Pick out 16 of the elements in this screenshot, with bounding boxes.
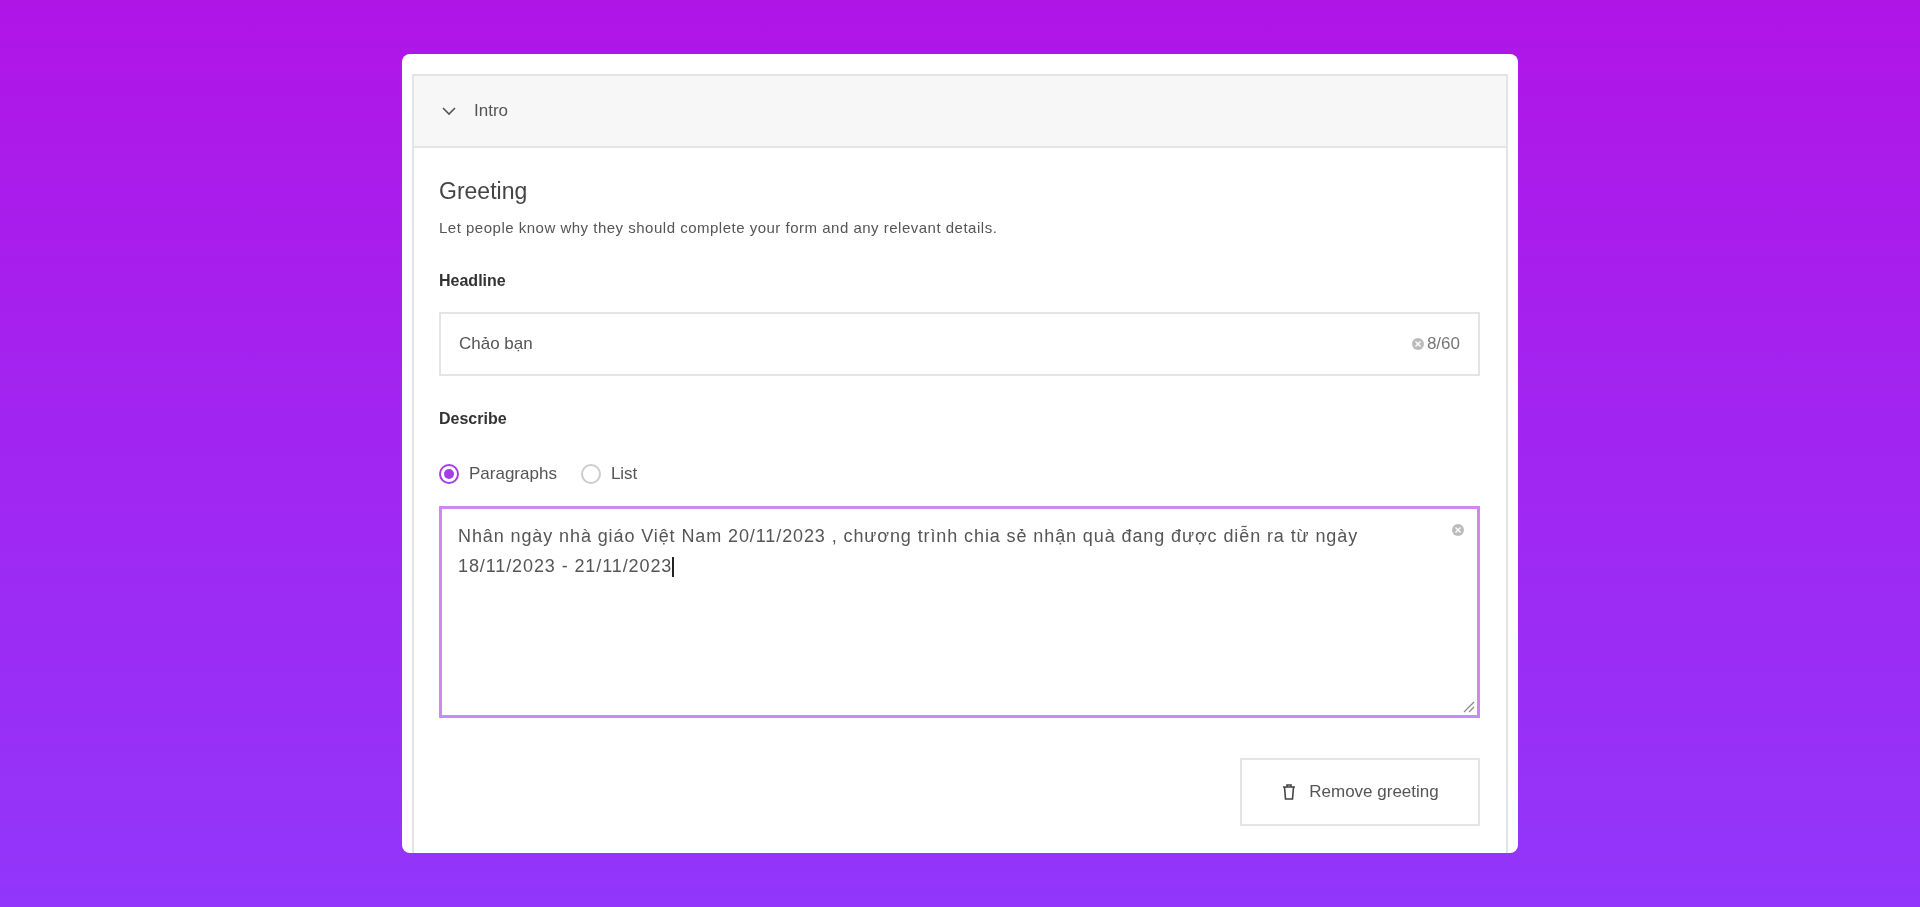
radio-option[interactable]: Paragraphs — [439, 464, 557, 484]
resize-grip-icon[interactable] — [1461, 699, 1475, 713]
radio-option[interactable]: List — [580, 464, 638, 484]
clear-icon[interactable] — [1410, 337, 1425, 351]
trash-icon — [1281, 783, 1298, 801]
describe-label: Describe — [439, 410, 508, 428]
description-field[interactable]: Nhân ngày nhà giáo Việt Nam 20/11/2023 , chương trình chia sẻ nhận quà đang được diễn ra từ ngày 18/11/2023 - 21/11/2023 — [439, 506, 1480, 718]
section-header[interactable]: Intro — [414, 76, 1506, 148]
greeting-description: Let people know why they should complete your form and any relevant details. — [439, 219, 999, 236]
headline-field[interactable]: Chảo bạn 8/60 — [439, 312, 1480, 376]
greeting-title: Greeting — [439, 178, 529, 205]
headline-label: Headline — [439, 272, 507, 290]
section-title: Intro — [474, 101, 509, 121]
character-counter: 8/60 — [1426, 334, 1460, 354]
remove-greeting-button[interactable]: Remove greeting — [1240, 758, 1480, 826]
clear-icon[interactable] — [1451, 523, 1465, 537]
